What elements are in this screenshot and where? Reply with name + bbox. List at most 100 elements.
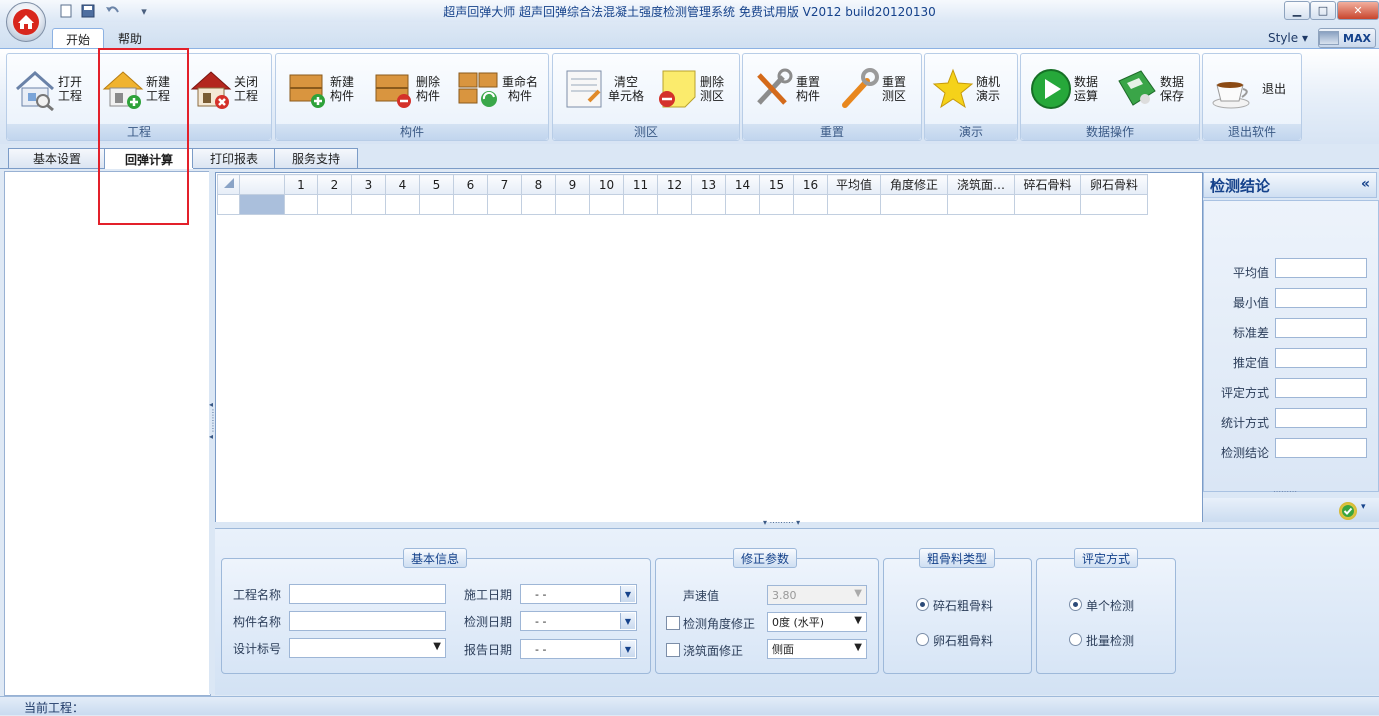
grid-cell[interactable]	[827, 194, 881, 215]
grid-cell[interactable]	[691, 194, 726, 215]
app-menu-button[interactable]	[6, 2, 46, 42]
grid-cell[interactable]	[725, 194, 760, 215]
grid-cell[interactable]	[351, 194, 386, 215]
grid-column-header[interactable]: 14	[725, 174, 760, 195]
grid-cell[interactable]	[1080, 194, 1148, 215]
grid-cell[interactable]	[555, 194, 590, 215]
conclusion-field-input[interactable]	[1275, 408, 1367, 428]
exit-button[interactable]: 退出	[1208, 60, 1286, 118]
project-tree-pane[interactable]	[4, 171, 211, 696]
grid-cell[interactable]	[419, 194, 454, 215]
pour-surface-checkbox[interactable]	[666, 643, 680, 657]
chevron-down-icon[interactable]: ▼	[620, 641, 635, 657]
grid-column-header[interactable]: 4	[385, 174, 420, 195]
grid-cell[interactable]	[385, 194, 420, 215]
angle-correction-select[interactable]: 0度 (水平) ▼	[767, 612, 867, 632]
close-project-button[interactable]: 关闭 工程	[188, 60, 258, 118]
chevron-down-icon[interactable]: ▾	[1361, 502, 1366, 512]
conclusion-field-input[interactable]	[1275, 438, 1367, 458]
rename-component-button[interactable]: 重命名 构件	[456, 60, 538, 118]
delete-zone-button[interactable]: 删除 测区	[654, 60, 724, 118]
pour-surface-select[interactable]: 侧面 ▼	[767, 639, 867, 659]
quick-access-dropdown-icon[interactable]: ▾	[136, 3, 152, 19]
minimize-button[interactable]: ▁	[1284, 1, 1310, 20]
conclusion-field-input[interactable]	[1275, 258, 1367, 278]
batch-inspection-radio[interactable]	[1069, 633, 1082, 646]
conclusion-field-input[interactable]	[1275, 348, 1367, 368]
grid-cell[interactable]	[947, 194, 1015, 215]
open-project-button[interactable]: 打开 工程	[12, 60, 82, 118]
design-grade-select[interactable]: ▼	[289, 638, 446, 658]
single-inspection-radio[interactable]	[1069, 598, 1082, 611]
style-menu[interactable]: Style ▾	[1268, 31, 1308, 45]
chevron-down-icon[interactable]: ▼	[620, 586, 635, 602]
restore-button[interactable]: □	[1310, 1, 1336, 20]
angle-correction-checkbox[interactable]	[666, 616, 680, 630]
grid-cell[interactable]	[623, 194, 658, 215]
conclusion-field-input[interactable]	[1275, 378, 1367, 398]
grid-cell[interactable]	[521, 194, 556, 215]
grid-column-header[interactable]: 3	[351, 174, 386, 195]
max-button[interactable]: MAX	[1318, 28, 1376, 48]
quick-save-icon[interactable]	[80, 3, 96, 19]
grid-cell[interactable]	[880, 194, 948, 215]
grid-cell[interactable]	[759, 194, 794, 215]
construction-date-picker[interactable]: - - ▼	[520, 584, 637, 604]
grid-cell[interactable]	[1014, 194, 1081, 215]
conclusion-field-input[interactable]	[1275, 318, 1367, 338]
grid-column-header[interactable]: 5	[419, 174, 454, 195]
grid-column-header[interactable]: 9	[555, 174, 590, 195]
grid-select-all[interactable]	[217, 174, 240, 195]
tab-print-report[interactable]: 打印报表	[192, 148, 276, 168]
grid-column-header[interactable]: 12	[657, 174, 692, 195]
grid-cell[interactable]	[589, 194, 624, 215]
tab-basic-settings[interactable]: 基本设置	[8, 148, 106, 168]
conclusion-field-input[interactable]	[1275, 288, 1367, 308]
reset-component-button[interactable]: 重置 构件	[750, 60, 820, 118]
component-name-input[interactable]	[289, 611, 446, 631]
grid-column-header[interactable]: 13	[691, 174, 726, 195]
new-component-button[interactable]: 新建 构件	[284, 60, 354, 118]
chevron-down-icon[interactable]: ▼	[620, 613, 635, 629]
check-icon[interactable]	[1339, 502, 1357, 520]
grid-column-header[interactable]: 6	[453, 174, 488, 195]
grid-cell[interactable]	[793, 194, 828, 215]
grid-column-header[interactable]: 10	[589, 174, 624, 195]
random-demo-button[interactable]: 随机 演示	[930, 60, 1000, 118]
grid-column-header[interactable]: 15	[759, 174, 794, 195]
pebble-aggregate-radio[interactable]	[916, 633, 929, 646]
table-row[interactable]	[217, 194, 1148, 215]
grid-cell[interactable]	[453, 194, 488, 215]
grid-column-header[interactable]: 16	[793, 174, 828, 195]
reset-zone-button[interactable]: 重置 测区	[836, 60, 906, 118]
quick-undo-icon[interactable]	[104, 3, 120, 19]
report-date-picker[interactable]: - - ▼	[520, 639, 637, 659]
crushed-aggregate-radio[interactable]	[916, 598, 929, 611]
grid-cell[interactable]	[657, 194, 692, 215]
grid-column-header[interactable]: 角度修正	[880, 174, 948, 195]
grid-column-header[interactable]: 7	[487, 174, 522, 195]
grid-column-header[interactable]: 碎石骨料	[1014, 174, 1081, 195]
delete-component-button[interactable]: 删除 构件	[370, 60, 440, 118]
tab-service-support[interactable]: 服务支持	[274, 148, 358, 168]
close-window-button[interactable]: ✕	[1337, 1, 1379, 20]
tab-start[interactable]: 开始	[52, 28, 104, 49]
grid-cell[interactable]	[284, 194, 318, 215]
clear-cells-button[interactable]: 清空 单元格	[562, 60, 644, 118]
grid-column-header[interactable]: 8	[521, 174, 556, 195]
grid-cell[interactable]	[487, 194, 522, 215]
data-calc-button[interactable]: 数据 运算	[1028, 60, 1098, 118]
quick-new-icon[interactable]	[58, 3, 74, 19]
data-save-button[interactable]: 数据 保存	[1114, 60, 1184, 118]
sound-speed-input[interactable]: 3.80 ▼	[767, 585, 867, 605]
grid-column-header[interactable]: 1	[284, 174, 318, 195]
collapse-icon[interactable]: «	[1361, 176, 1370, 192]
grid-cell[interactable]	[317, 194, 352, 215]
rebound-data-grid[interactable]: 1 2 3 4 5 6 7 8 9 10 11 12 13 14 15 16 平均值 角度修正 浇筑面… 碎石骨料 卵石…	[215, 172, 1203, 524]
grid-column-header[interactable]: 卵石骨料	[1080, 174, 1148, 195]
inspection-date-picker[interactable]: - - ▼	[520, 611, 637, 631]
grid-column-header[interactable]: 11	[623, 174, 658, 195]
grid-cell-selected[interactable]	[239, 194, 285, 215]
grid-column-header[interactable]: 2	[317, 174, 352, 195]
grid-column-header[interactable]: 平均值	[827, 174, 881, 195]
